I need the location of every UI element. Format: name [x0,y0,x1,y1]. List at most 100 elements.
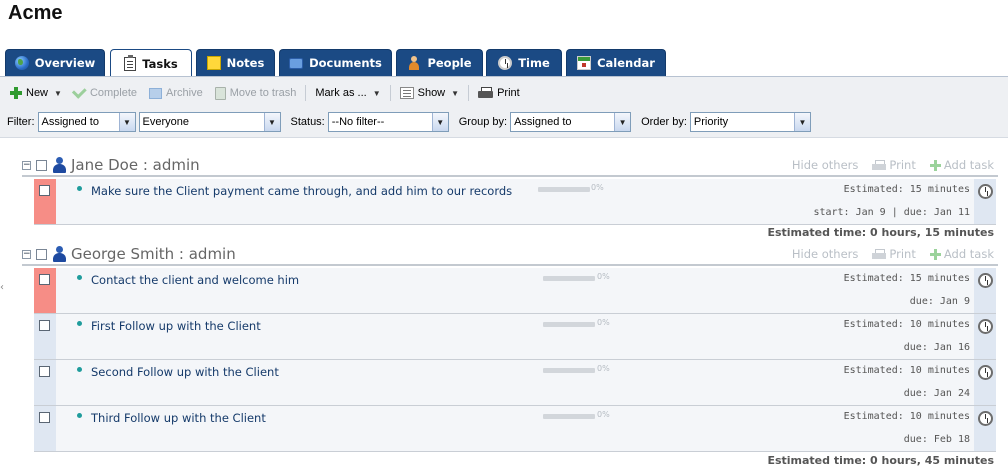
priority-indicator [34,268,56,313]
archive-button[interactable]: Archive [143,83,209,103]
company-title: Acme [8,2,63,24]
chevron-down-icon: ▼ [431,113,448,131]
tab-tasks[interactable]: Tasks [110,49,192,77]
hide-others-link[interactable]: Hide others [792,158,859,172]
progress-bar [543,368,595,373]
bullet-icon [77,186,82,191]
trash-icon [214,86,226,100]
task-row[interactable]: First Follow up with the Client 0% Estim… [34,314,996,360]
tab-documents[interactable]: Documents [279,49,392,76]
clock-icon[interactable] [978,411,993,426]
tab-people[interactable]: People [396,49,483,76]
show-button[interactable]: Show ▼ [394,83,465,103]
task-group-header: − Jane Doe : admin Hide others Print Add… [22,155,998,177]
filter-select[interactable]: Assigned to ▼ [37,112,136,132]
bullet-icon [77,413,82,418]
estimated-time: Estimated: 10 minutes [843,411,970,422]
check-icon [71,83,87,99]
notes-icon [206,56,221,70]
globe-icon [14,56,29,70]
person-icon [53,157,66,173]
task-group-header: − George Smith : admin Hide others Print… [22,244,998,266]
filter-target-value: Everyone [142,116,189,128]
print-button[interactable]: Print [472,83,526,103]
tab-label: Calendar [597,56,655,70]
new-button[interactable]: New ▼ [4,83,68,103]
plus-icon [10,87,22,99]
clock-icon[interactable] [978,273,993,288]
toolbar-divider [389,85,391,101]
group-print-link[interactable]: Print [872,247,916,261]
tab-calendar[interactable]: Calendar [566,49,666,76]
task-checkbox[interactable] [39,320,50,331]
toolbar: New ▼ Complete Archive Move to trash Mar… [0,76,1008,138]
task-checkbox[interactable] [39,274,50,285]
task-row[interactable]: Make sure the Client payment came throug… [34,179,996,225]
tab-notes[interactable]: Notes [196,49,275,76]
task-checkbox[interactable] [39,185,50,196]
hide-others-link[interactable]: Hide others [792,247,859,261]
task-name[interactable]: Contact the client and welcome him [91,273,299,287]
task-dates: start: Jan 9 | due: Jan 11 [813,207,970,218]
group-by-select[interactable]: Assigned to ▼ [510,112,632,132]
task-name[interactable]: First Follow up with the Client [91,319,261,333]
clock-icon[interactable] [978,184,993,199]
show-label: Show [417,87,446,99]
complete-button[interactable]: Complete [68,83,143,103]
list-icon [399,87,414,99]
plus-icon [929,159,941,171]
group-print-label: Print [889,247,916,261]
task-checkbox[interactable] [39,366,50,377]
status-select-value: --No filter-- [331,116,385,128]
progress-bar [538,187,590,192]
priority-indicator [34,406,56,451]
task-name[interactable]: Second Follow up with the Client [91,365,279,379]
mark-as-button[interactable]: Mark as ... ▼ [309,83,386,103]
task-actions-column [974,406,996,451]
group-checkbox[interactable] [36,248,47,260]
task-row[interactable]: Contact the client and welcome him 0% Es… [34,268,996,314]
collapse-toggle[interactable]: − [22,160,31,170]
task-name[interactable]: Make sure the Client payment came throug… [91,184,512,198]
task-actions-column [974,268,996,313]
bullet-icon [77,367,82,372]
add-task-link[interactable]: Add task [929,158,994,172]
task-dates: due: Jan 24 [903,388,970,399]
collapse-toggle[interactable]: − [22,249,31,259]
tab-label: Overview [34,56,96,70]
calendar-icon [577,56,592,70]
chevron-down-icon: ▼ [451,88,460,98]
estimated-time: Estimated: 15 minutes [843,273,970,284]
progress-bar [543,414,595,419]
task-row[interactable]: Second Follow up with the Client 0% Esti… [34,360,996,406]
tab-label: Documents [309,56,382,70]
filter-target-select[interactable]: Everyone ▼ [138,112,281,132]
group-total-time: Estimated time: 0 hours, 45 minutes [767,454,994,467]
clock-icon[interactable] [978,365,993,380]
tab-label: Tasks [142,56,178,71]
status-label: Status: [290,116,325,128]
collapse-handle[interactable]: ‹ [0,282,4,302]
status-select[interactable]: --No filter-- ▼ [327,112,449,132]
tab-overview[interactable]: Overview [5,49,105,76]
task-dates: due: Jan 9 [909,296,970,307]
order-by-value: Priority [693,116,729,128]
plus-icon [929,248,941,260]
task-name[interactable]: Third Follow up with the Client [91,411,266,425]
task-dates: due: Feb 18 [903,434,970,445]
add-task-link[interactable]: Add task [929,247,994,261]
task-checkbox[interactable] [39,412,50,423]
mark-as-label: Mark as ... [315,87,367,99]
tab-label: Time [518,56,550,70]
order-by-select[interactable]: Priority ▼ [689,112,811,132]
tab-time[interactable]: Time [486,49,562,76]
chevron-down-icon: ▼ [793,113,810,131]
estimated-time: Estimated: 10 minutes [843,365,970,376]
group-checkbox[interactable] [36,159,47,171]
move-to-trash-button[interactable]: Move to trash [209,83,303,103]
clock-icon[interactable] [978,319,993,334]
priority-indicator [34,179,56,224]
task-row[interactable]: Third Follow up with the Client 0% Estim… [34,406,996,452]
group-print-link[interactable]: Print [872,158,916,172]
progress-percent: 0% [597,318,610,327]
